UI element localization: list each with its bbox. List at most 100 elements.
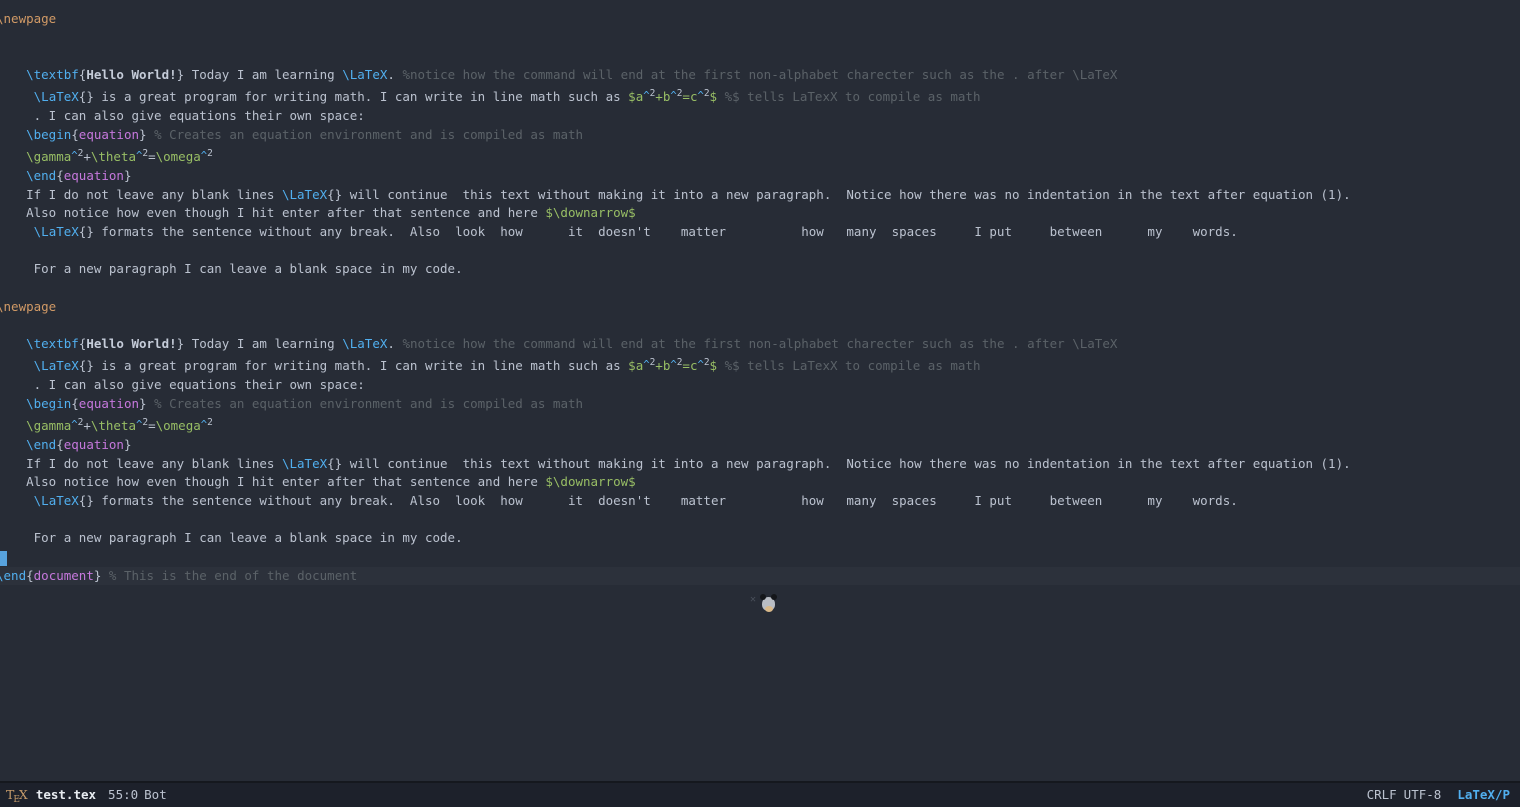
pointer-artifact: ✕ [750, 593, 780, 615]
token-txt: . [387, 67, 402, 82]
buffer-line: \end{equation} [0, 167, 1520, 186]
buffer-line: \LaTeX{} formats the sentence without an… [0, 223, 1520, 242]
token-txt [0, 336, 26, 351]
buffer-line: \newpage [0, 10, 1520, 29]
token-caret: ^ [71, 419, 77, 431]
encoding-indicator[interactable]: UTF-8 [1404, 787, 1442, 802]
buffer-line [0, 29, 1520, 48]
token-sup: 2 [207, 148, 213, 159]
token-txt: { [56, 437, 64, 452]
buffer-line: Also notice how even though I hit enter … [0, 204, 1520, 223]
token-cmd: \LaTeX [342, 67, 387, 82]
text-cursor [0, 551, 7, 567]
token-env: equation [79, 396, 139, 411]
token-cmd: \LaTeX [282, 456, 327, 471]
buffer-line: \LaTeX{} formats the sentence without an… [0, 492, 1520, 511]
token-cmt: %notice how the command will end at the … [402, 336, 1117, 351]
token-env: equation [64, 437, 124, 452]
token-cmd: \end [26, 168, 56, 183]
token-cmt: %notice how the command will end at the … [402, 67, 1117, 82]
token-cmt: %$ tells LaTexX to compile as math [725, 358, 981, 373]
token-txt: {} is a great program for writing math. … [79, 358, 628, 373]
buffer-line: \gamma^2+\theta^2=\omega^2 [0, 414, 1520, 436]
token-txt [0, 493, 34, 508]
token-cmd: \end [26, 437, 56, 452]
token-txt: } Today I am learning [177, 336, 343, 351]
token-txt: Also notice how even though I hit enter … [0, 474, 545, 489]
eol-indicator[interactable]: CRLF [1367, 787, 1397, 802]
major-mode-indicator[interactable]: LaTeX/P [1457, 787, 1510, 802]
token-math: \omega [156, 149, 201, 164]
token-sup: 2 [704, 88, 710, 99]
token-sup: 2 [677, 88, 683, 99]
token-txt [0, 224, 34, 239]
buffer-line [0, 279, 1520, 298]
token-math: \theta [91, 418, 136, 433]
token-math: $\downarrow$ [545, 205, 635, 220]
token-txt [0, 396, 26, 411]
buffer-line: \LaTeX{} is a great program for writing … [0, 354, 1520, 376]
token-txt: } [139, 127, 154, 142]
modeline-right: CRLF UTF-8 LaTeX/P [1367, 787, 1510, 802]
token-txt [717, 358, 725, 373]
token-math: $ [710, 358, 718, 373]
token-math: =c [682, 358, 697, 373]
token-txt: { [71, 396, 79, 411]
buffer-line: Also notice how even though I hit enter … [0, 473, 1520, 492]
token-txt [0, 67, 26, 82]
token-txt: . I can also give equations their own sp… [0, 108, 365, 123]
buffer-filename[interactable]: test.tex [36, 787, 96, 802]
token-txt: {} is a great program for writing math. … [79, 89, 628, 104]
token-txt: } Today I am learning [177, 67, 343, 82]
buffer-line: \begin{equation} % Creates an equation e… [0, 395, 1520, 414]
token-math: $\downarrow$ [545, 474, 635, 489]
token-sup: 2 [207, 417, 213, 428]
token-txt: {} will continue this text without makin… [327, 187, 1351, 202]
token-txt: } [124, 168, 132, 183]
buffer-line: If I do not leave any blank lines \LaTeX… [0, 186, 1520, 205]
buffer-line: \textbf{Hello World!} Today I am learnin… [0, 335, 1520, 354]
buffer-scroll-position[interactable]: Bot [144, 787, 167, 802]
token-warn: \newpage [0, 299, 56, 314]
buffer-line: If I do not leave any blank lines \LaTeX… [0, 455, 1520, 474]
mouse-face-icon [762, 597, 775, 611]
buffer-line: \end{document} % This is the end of the … [0, 567, 1520, 586]
token-txt: For a new paragraph I can leave a blank … [0, 530, 463, 545]
buffer-line [0, 548, 1520, 567]
buffer-line: For a new paragraph I can leave a blank … [0, 260, 1520, 279]
token-txt [0, 437, 26, 452]
token-txt: If I do not leave any blank lines [0, 187, 282, 202]
token-sup: 2 [650, 88, 656, 99]
token-txt: If I do not leave any blank lines [0, 456, 282, 471]
token-sup: 2 [142, 148, 148, 159]
buffer-line: \end{equation} [0, 436, 1520, 455]
cursor-position[interactable]: 55:0 [108, 787, 138, 802]
editor-buffer[interactable]: \newpage \textbf{Hello World!} Today I a… [0, 10, 1520, 585]
buffer-line: . I can also give equations their own sp… [0, 107, 1520, 126]
buffer-line [0, 242, 1520, 261]
token-txt: + [83, 149, 91, 164]
token-txt [0, 168, 26, 183]
token-txt: { [56, 168, 64, 183]
token-caret: ^ [670, 90, 676, 102]
token-caret: ^ [643, 359, 649, 371]
token-warn: \newpage [0, 11, 56, 26]
token-env: equation [79, 127, 139, 142]
token-env: document [34, 568, 94, 583]
token-txt [0, 418, 26, 433]
buffer-line [0, 511, 1520, 530]
token-txt: {} formats the sentence without any brea… [79, 224, 1238, 239]
token-math: +b [655, 89, 670, 104]
token-cmd: \begin [26, 127, 71, 142]
token-cmd: \LaTeX [34, 89, 79, 104]
token-txt: {} formats the sentence without any brea… [79, 493, 1238, 508]
token-txt: } [94, 568, 109, 583]
token-caret: ^ [697, 90, 703, 102]
buffer-line: . I can also give equations their own sp… [0, 376, 1520, 395]
token-txt: { [71, 127, 79, 142]
token-math: =c [682, 89, 697, 104]
token-txt [0, 149, 26, 164]
token-cmd: \LaTeX [34, 224, 79, 239]
token-txt: {} will continue this text without makin… [327, 456, 1351, 471]
token-cmd: \LaTeX [34, 493, 79, 508]
